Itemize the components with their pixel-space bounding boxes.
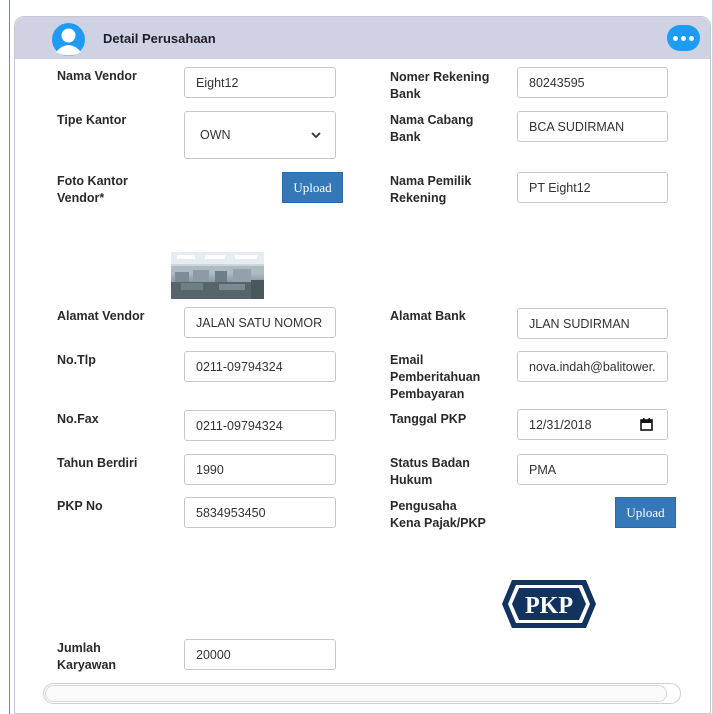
more-options-button[interactable] (667, 25, 700, 51)
chevron-down-icon (311, 132, 321, 139)
label-alamat-bank: Alamat Bank (390, 309, 466, 323)
pkp-logo-text: PKP (525, 593, 573, 619)
nama-cabang-input[interactable]: BCA SUDIRMAN (517, 111, 668, 142)
nama-vendor-input[interactable]: Eight12 (184, 67, 336, 98)
nama-pemilik-input[interactable]: PT Eight12 (517, 172, 668, 203)
upload-pkp-button[interactable]: Upload (615, 497, 676, 528)
calendar-icon[interactable] (640, 418, 653, 431)
jumlah-karyawan-input[interactable]: 20000 (184, 639, 336, 670)
label-alamat-vendor: Alamat Vendor (57, 309, 145, 323)
label-nomer-rekening: Nomer Rekening Bank (390, 70, 490, 101)
alamat-bank-input[interactable]: JLAN SUDIRMAN (517, 308, 668, 339)
no-fax-input[interactable]: 0211-09794324 (184, 410, 336, 441)
label-no-fax: No.Fax (57, 412, 99, 426)
label-pengusaha-pkp: Pengusaha Kena Pajak/PKP (390, 499, 486, 530)
label-tanggal-pkp: Tanggal PKP (390, 412, 467, 426)
label-nama-cabang: Nama Cabang Bank (390, 113, 474, 144)
tanggal-pkp-value: 12/31/2018 (529, 417, 592, 432)
label-nama-pemilik: Nama Pemilik Rekening (390, 174, 472, 205)
office-photo (171, 252, 264, 299)
tanggal-pkp-date-input[interactable]: 12/31/2018 (517, 409, 668, 440)
user-avatar-icon (52, 23, 85, 56)
pkp-no-input[interactable]: 5834953450 (184, 497, 336, 528)
panel-header: Detail Perusahaan (15, 17, 710, 59)
label-jumlah-karyawan: Jumlah Karyawan (57, 641, 117, 672)
scrollbar-thumb[interactable] (45, 685, 667, 702)
horizontal-scrollbar[interactable] (43, 683, 681, 704)
label-no-tlp: No.Tlp (57, 353, 96, 367)
office-photo-image (171, 252, 264, 299)
label-status-badan: Status Badan Hukum (390, 456, 470, 487)
no-tlp-input[interactable]: 0211-09794324 (184, 351, 336, 382)
alamat-vendor-input[interactable]: JALAN SATU NOMOR (184, 307, 336, 338)
pkp-logo: PKP (502, 580, 596, 628)
label-email: Email Pemberitahuan Pembayaran (390, 353, 481, 401)
email-field[interactable]: nova.indah@balitower. (517, 351, 668, 382)
label-nama-vendor: Nama Vendor (57, 69, 137, 83)
label-tahun-berdiri: Tahun Berdiri (57, 456, 138, 470)
label-tipe-kantor: Tipe Kantor (57, 113, 127, 127)
more-horizontal-icon (673, 35, 678, 41)
tipe-kantor-selected: OWN (200, 128, 231, 142)
label-pkp-no: PKP No (57, 499, 103, 513)
panel-title: Detail Perusahaan (103, 31, 216, 46)
status-badan-input[interactable]: PMA (517, 454, 668, 485)
nomer-rekening-input[interactable]: 80243595 (517, 67, 668, 98)
tahun-berdiri-input[interactable]: 1990 (184, 454, 336, 485)
label-foto-kantor: Foto Kantor Vendor* (57, 174, 128, 205)
tipe-kantor-select[interactable]: OWN (184, 111, 336, 159)
upload-foto-kantor-button[interactable]: Upload (282, 172, 343, 203)
